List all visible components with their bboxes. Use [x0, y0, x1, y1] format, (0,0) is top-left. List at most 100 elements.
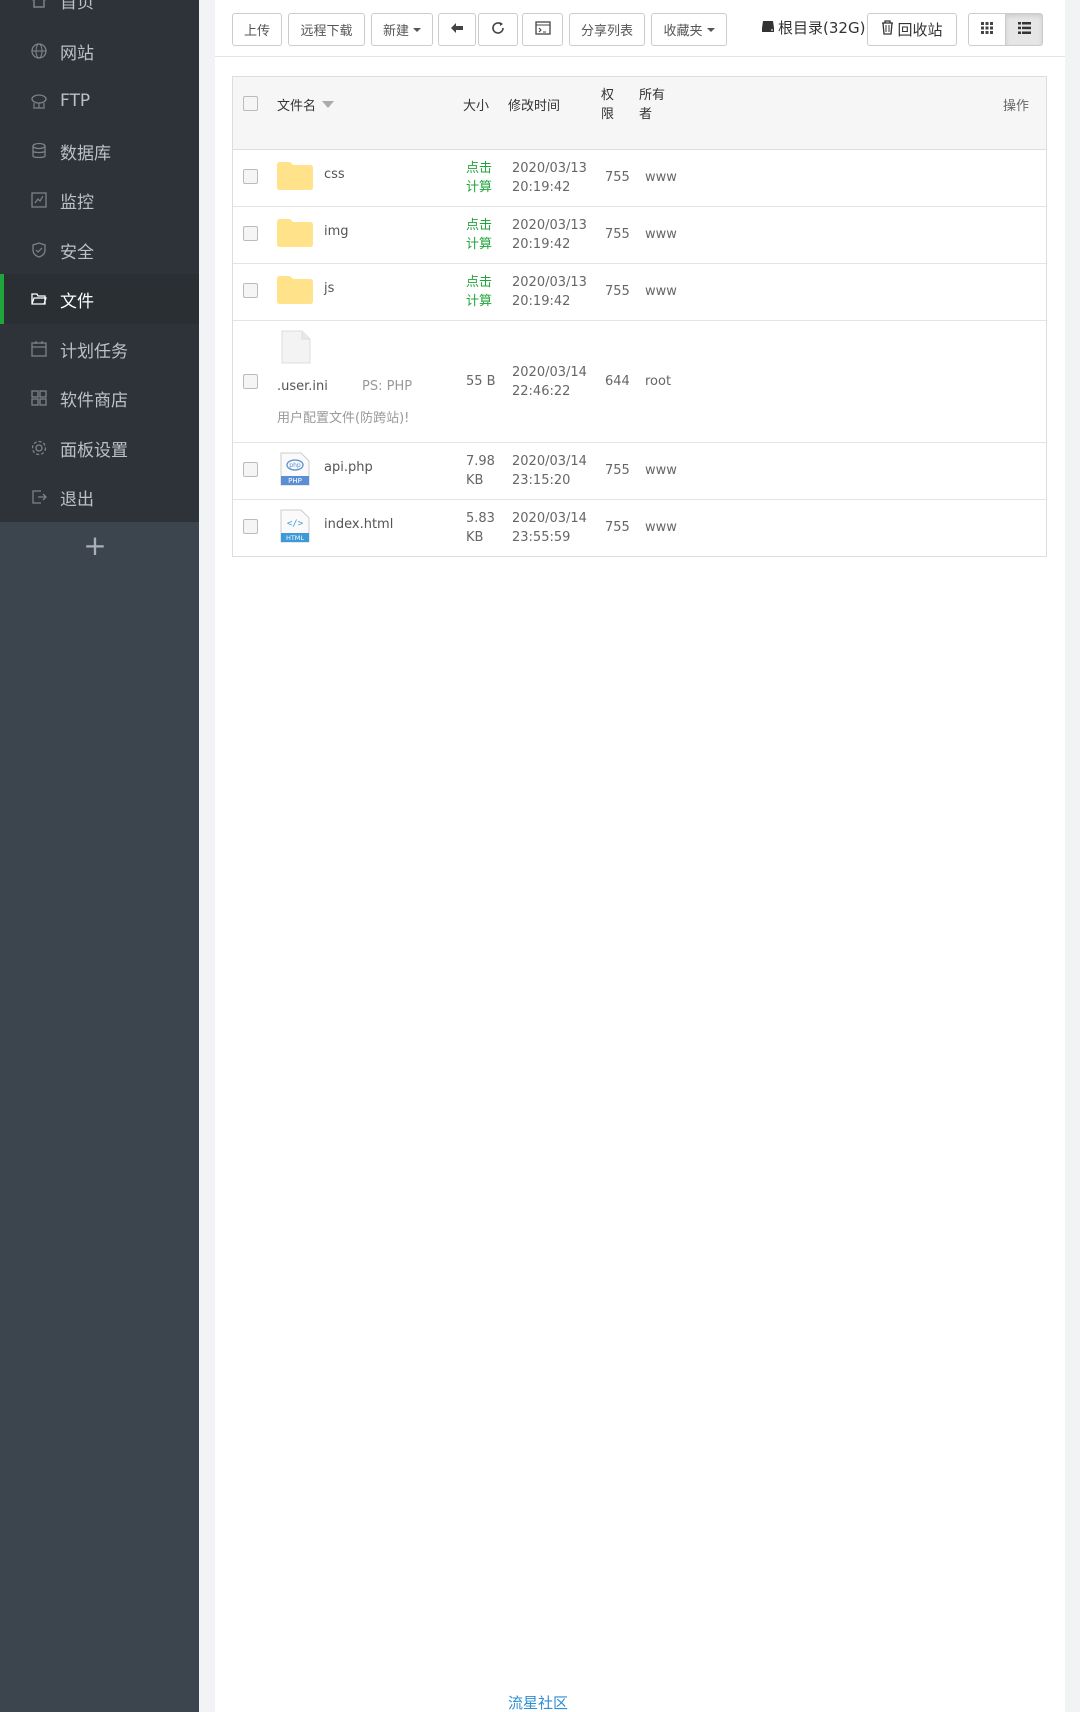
permission[interactable]: 755: [605, 518, 630, 537]
sidebar-item-store[interactable]: 软件商店: [0, 373, 199, 423]
sidebar-item-cron[interactable]: 计划任务: [0, 324, 199, 374]
row-checkbox[interactable]: [243, 374, 258, 389]
file-name[interactable]: api.php: [324, 460, 373, 475]
logout-icon: [30, 488, 48, 506]
row-checkbox[interactable]: [243, 226, 258, 241]
mtime-time: 20:19:42: [512, 237, 571, 252]
sidebar-item-files[interactable]: 文件: [0, 274, 199, 324]
file-name[interactable]: index.html: [324, 517, 393, 532]
header-perm: 权限: [601, 88, 615, 122]
sidebar-item-label: 计划任务: [60, 341, 128, 362]
share-list-button[interactable]: 分享列表: [569, 13, 645, 46]
row-checkbox[interactable]: [243, 283, 258, 298]
file-name[interactable]: css: [324, 167, 345, 182]
recycle-bin-button[interactable]: 回收站: [867, 13, 957, 46]
calc-size-link[interactable]: 点击计算: [466, 159, 494, 197]
terminal-button[interactable]: [522, 13, 563, 46]
sort-down-icon: [322, 101, 335, 108]
footer-community-link[interactable]: 流星社区: [508, 1692, 568, 1712]
permission[interactable]: 644: [605, 372, 630, 391]
table-row[interactable]: php PHP api.php 7.98 KB 2020/03/14 23:15:…: [233, 443, 1046, 500]
mtime-time: 22:46:22: [512, 384, 571, 399]
sidebar-item-logout[interactable]: 退出: [0, 472, 199, 522]
list-view-button[interactable]: [1005, 13, 1043, 46]
table-row[interactable]: img 点击计算 2020/03/13 20:19:42 755 www: [233, 207, 1046, 264]
refresh-button[interactable]: [478, 13, 518, 46]
new-button[interactable]: 新建: [371, 13, 433, 46]
mtime-date: 2020/03/13: [512, 218, 587, 233]
apps-icon: [30, 389, 48, 407]
refresh-icon: [491, 21, 505, 39]
folder-icon: [277, 219, 313, 247]
header-size[interactable]: 大小: [463, 95, 489, 114]
table-row[interactable]: js 点击计算 2020/03/13 20:19:42 755 www: [233, 264, 1046, 321]
sidebar-item-monitor[interactable]: 监控: [0, 175, 199, 225]
row-checkbox[interactable]: [243, 169, 258, 184]
header-ops: 操作: [1003, 99, 1030, 114]
owner[interactable]: root: [645, 372, 671, 391]
row-checkbox[interactable]: [243, 462, 258, 477]
recycle-bin-label: 回收站: [897, 21, 943, 39]
file-table: 文件名 大小 修改时间 权限 所有者 操作 css 点击计算 2020/03/1…: [232, 76, 1047, 557]
calc-size-link[interactable]: 点击计算: [466, 216, 494, 254]
owner[interactable]: www: [645, 518, 677, 537]
permission[interactable]: 755: [605, 461, 630, 480]
favorites-button[interactable]: 收藏夹: [651, 13, 727, 46]
mtime-date: 2020/03/13: [512, 161, 587, 176]
sidebar-item-settings[interactable]: 面板设置: [0, 423, 199, 473]
monitor-icon: [30, 191, 48, 209]
sidebar-item-label: 面板设置: [60, 440, 128, 461]
calc-size-link[interactable]: 点击计算: [466, 273, 494, 311]
sidebar-nav: 首页 网站 FTP 数据库 监控 安全 文件 计划任务 软件商店 面板设置 退出: [0, 0, 199, 522]
permission[interactable]: 755: [605, 225, 630, 244]
add-menu-button[interactable]: +: [80, 528, 110, 564]
row-checkbox[interactable]: [243, 519, 258, 534]
globe-icon: [30, 42, 48, 60]
permission[interactable]: 755: [605, 168, 630, 187]
grid-icon: [981, 21, 993, 38]
owner[interactable]: www: [645, 225, 677, 244]
owner[interactable]: www: [645, 461, 677, 480]
php-file-icon: php PHP: [280, 452, 310, 490]
permission[interactable]: 755: [605, 282, 630, 301]
file-name[interactable]: js: [324, 281, 334, 296]
sidebar-item-database[interactable]: 数据库: [0, 126, 199, 176]
trash-icon: [881, 20, 894, 39]
file-name-with-note[interactable]: .user.ini PS: PHP用户配置文件(防跨站)!: [277, 371, 422, 435]
file-name: .user.ini: [277, 379, 328, 394]
file-size: 55 B: [466, 374, 496, 389]
disk-root-link[interactable]: 根目录(32G): [761, 17, 865, 38]
grid-view-button[interactable]: [968, 13, 1006, 46]
sidebar-item-website[interactable]: 网站: [0, 26, 199, 76]
home-icon: [30, 0, 48, 9]
table-row[interactable]: css 点击计算 2020/03/13 20:19:42 755 www: [233, 150, 1046, 207]
sidebar-item-label: 安全: [60, 242, 94, 263]
upload-button[interactable]: 上传: [232, 13, 282, 46]
database-icon: [30, 142, 48, 160]
sidebar-item-ftp[interactable]: FTP: [0, 76, 199, 126]
sidebar-item-home[interactable]: 首页: [0, 0, 199, 25]
file-name[interactable]: img: [324, 224, 349, 239]
owner[interactable]: www: [645, 168, 677, 187]
remote-download-button[interactable]: 远程下载: [288, 13, 365, 46]
mtime-time: 20:19:42: [512, 294, 571, 309]
sidebar-item-security[interactable]: 安全: [0, 225, 199, 275]
mtime-time: 20:19:42: [512, 180, 571, 195]
gear-icon: [30, 439, 48, 457]
sidebar-item-label: 退出: [60, 489, 94, 510]
back-button[interactable]: [438, 13, 476, 46]
new-button-label: 新建: [382, 24, 409, 39]
table-row[interactable]: .user.ini PS: PHP用户配置文件(防跨站)! 55 B 2020/…: [233, 321, 1046, 443]
owner[interactable]: www: [645, 282, 677, 301]
mtime-time: 23:15:20: [512, 473, 571, 488]
favorites-button-label: 收藏夹: [663, 24, 703, 39]
sidebar-item-label: FTP: [60, 91, 91, 111]
shield-icon: [30, 241, 48, 259]
table-row[interactable]: </> HTML index.html 5.83 KB 2020/03/14 23…: [233, 500, 1046, 556]
sidebar-item-label: 数据库: [60, 143, 111, 164]
header-mtime[interactable]: 修改时间: [508, 95, 560, 114]
sidebar-item-label: 软件商店: [60, 390, 128, 411]
folder-icon: [277, 276, 313, 304]
select-all-checkbox[interactable]: [243, 96, 258, 111]
header-name[interactable]: 文件名: [277, 95, 335, 114]
